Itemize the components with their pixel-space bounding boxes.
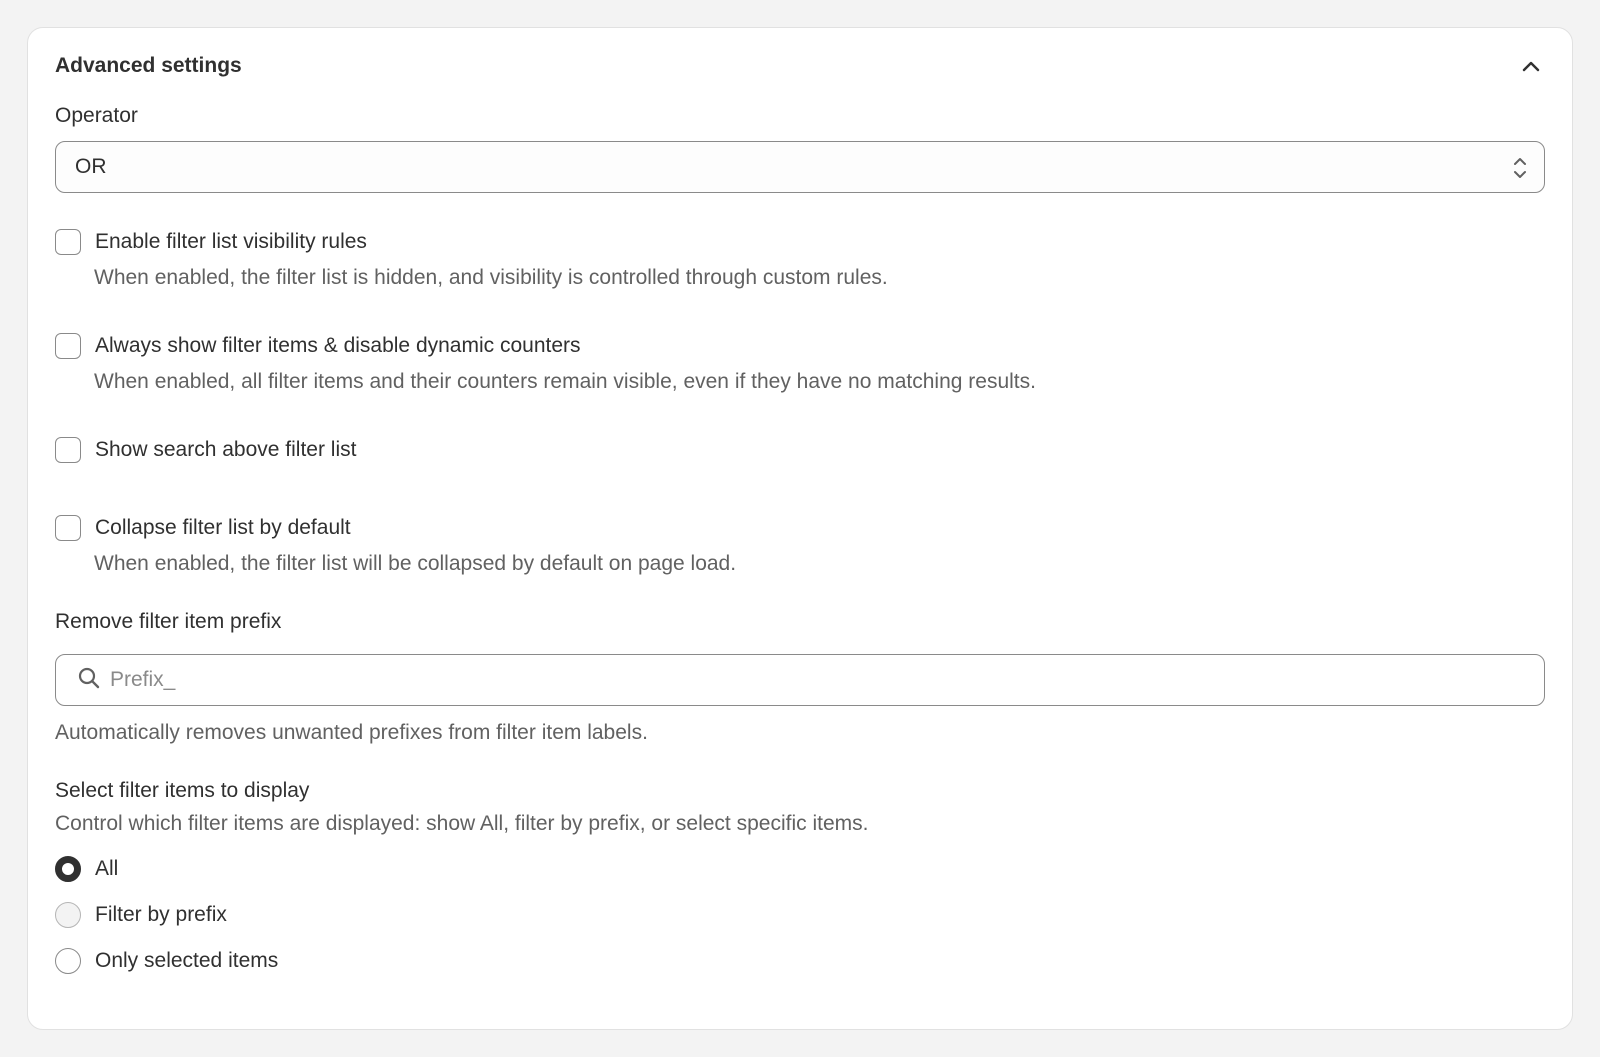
search-icon — [78, 667, 100, 694]
radio-all-label: All — [95, 857, 119, 880]
option-visibility-rules[interactable]: Enable filter list visibility rules — [55, 229, 367, 255]
operator-select-value: OR — [75, 155, 107, 178]
collapse-default-label: Collapse filter list by default — [95, 516, 351, 539]
radio-option-selected-items[interactable]: Only selected items — [55, 948, 278, 974]
prefix-input[interactable] — [110, 668, 1510, 692]
always-show-items-label: Always show filter items & disable dynam… — [95, 334, 581, 357]
operator-select[interactable]: OR — [55, 141, 1545, 193]
visibility-rules-checkbox[interactable] — [55, 229, 81, 255]
radio-option-all[interactable]: All — [55, 856, 118, 882]
prefix-label: Remove filter item prefix — [55, 610, 282, 633]
show-search-label: Show search above filter list — [95, 438, 357, 461]
collapse-default-checkbox[interactable] — [55, 515, 81, 541]
display-label: Select filter items to display — [55, 779, 310, 802]
radio-prefix[interactable] — [55, 902, 81, 928]
always-show-items-help: When enabled, all filter items and their… — [94, 370, 1036, 393]
option-collapse-default[interactable]: Collapse filter list by default — [55, 515, 351, 541]
radio-option-prefix[interactable]: Filter by prefix — [55, 902, 227, 928]
always-show-items-checkbox[interactable] — [55, 333, 81, 359]
select-arrows-icon — [1512, 155, 1528, 187]
visibility-rules-label: Enable filter list visibility rules — [95, 230, 367, 253]
prefix-help: Automatically removes unwanted prefixes … — [55, 721, 648, 744]
show-search-checkbox[interactable] — [55, 437, 81, 463]
radio-selected-items[interactable] — [55, 948, 81, 974]
option-always-show-items[interactable]: Always show filter items & disable dynam… — [55, 333, 581, 359]
section-title: Advanced settings — [55, 54, 242, 77]
radio-all[interactable] — [55, 856, 81, 882]
advanced-settings-card: Advanced settings Operator OR Enable fil… — [27, 27, 1573, 1030]
radio-prefix-label: Filter by prefix — [95, 903, 227, 926]
chevron-up-icon[interactable] — [1517, 52, 1545, 80]
prefix-input-wrapper[interactable] — [55, 654, 1545, 706]
display-help: Control which filter items are displayed… — [55, 812, 869, 835]
advanced-settings-header[interactable]: Advanced settings — [55, 52, 1545, 80]
radio-selected-items-label: Only selected items — [95, 949, 279, 972]
collapse-default-help: When enabled, the filter list will be co… — [94, 552, 737, 575]
operator-label: Operator — [55, 104, 138, 127]
visibility-rules-help: When enabled, the filter list is hidden,… — [94, 266, 888, 289]
option-show-search[interactable]: Show search above filter list — [55, 437, 356, 463]
